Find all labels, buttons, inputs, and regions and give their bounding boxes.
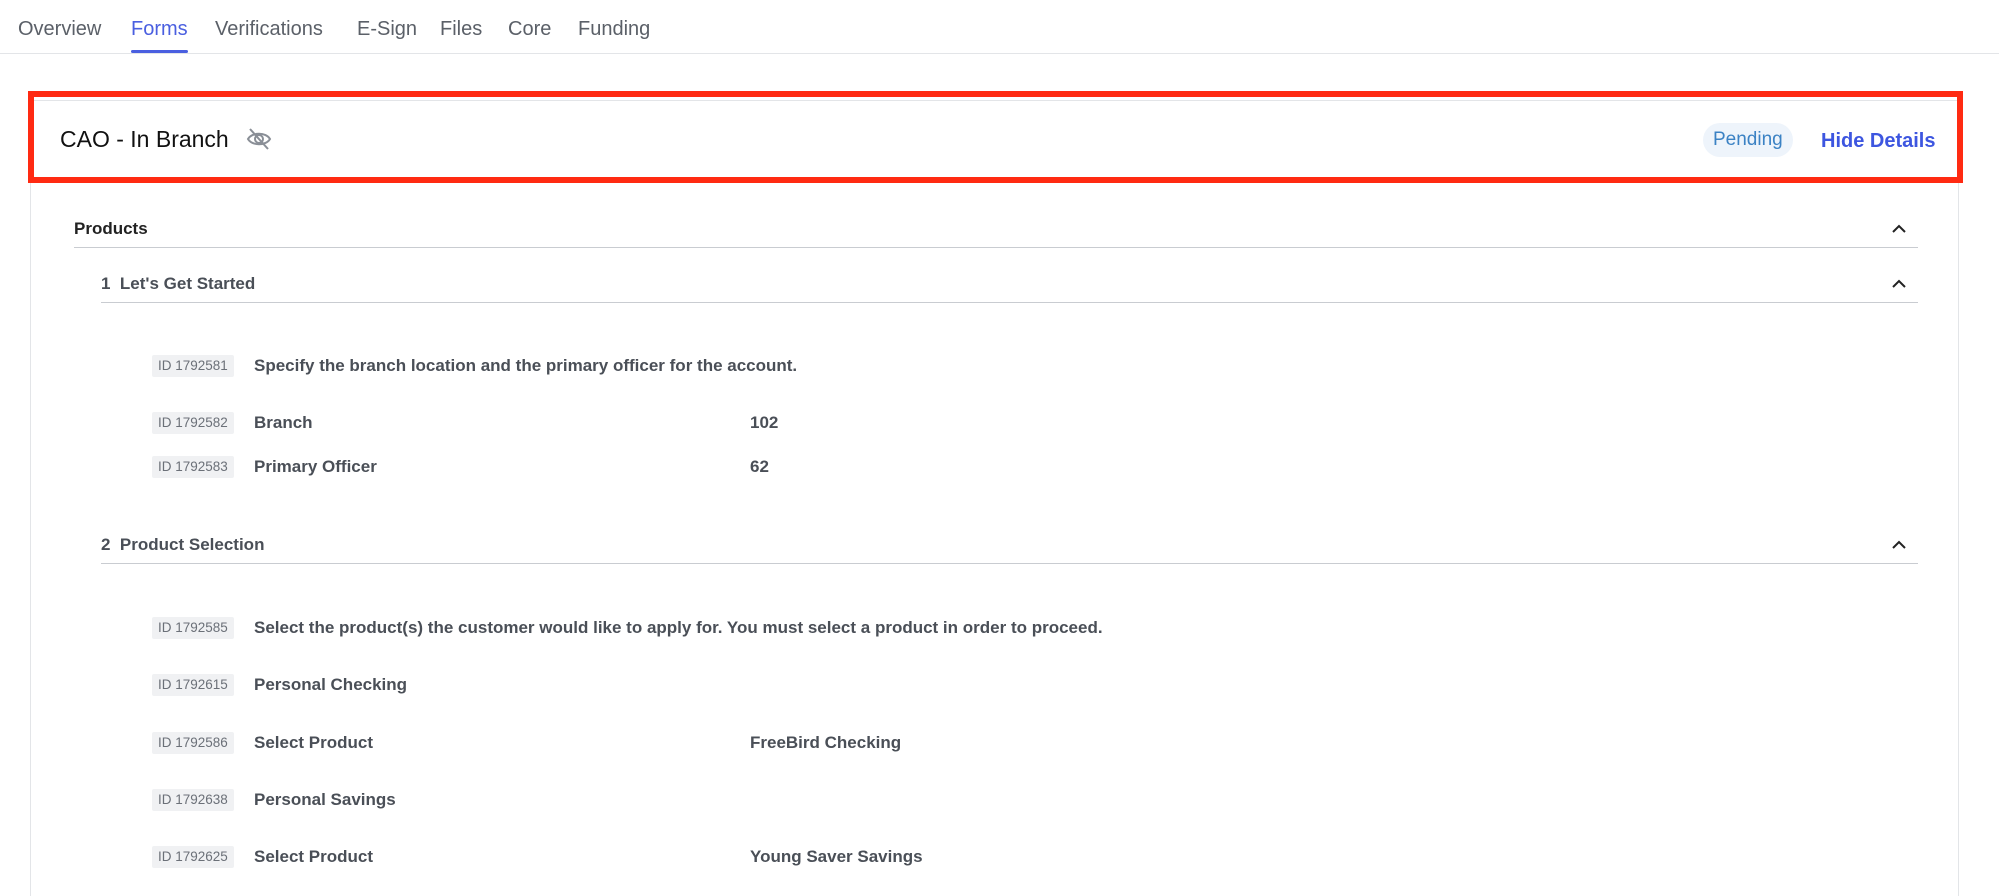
field-label: Select Product bbox=[254, 733, 374, 752]
products-section-header[interactable]: Products bbox=[74, 218, 1918, 248]
field-value: 102 bbox=[750, 413, 779, 432]
top-tab-bar: Overview Forms Verifications E-Sign File… bbox=[0, 0, 1999, 54]
section-number: 2 bbox=[101, 535, 111, 554]
field-id-badge: ID 1792582 bbox=[152, 412, 234, 434]
field-label: Specify the branch location and the prim… bbox=[254, 356, 798, 375]
tab-e-sign[interactable]: E-Sign bbox=[357, 16, 417, 42]
form-card-header: CAO - In Branch Pending Hide Details bbox=[31, 101, 1960, 177]
field-value: Young Saver Savings bbox=[750, 847, 923, 866]
field-id-badge: ID 1792638 bbox=[152, 789, 234, 811]
form-card: CAO - In Branch Pending Hide Details Pro… bbox=[30, 100, 1959, 896]
field-value: 62 bbox=[750, 457, 769, 476]
field-id-badge: ID 1792583 bbox=[152, 456, 234, 478]
section-header-product-selection[interactable]: 2 Product Selection bbox=[101, 534, 1918, 564]
section-title: Let's Get Started bbox=[119, 274, 256, 293]
tab-verifications[interactable]: Verifications bbox=[215, 16, 323, 42]
field-label: Select Product bbox=[254, 847, 374, 866]
field-id-badge: ID 1792581 bbox=[152, 355, 234, 377]
field-label: Primary Officer bbox=[254, 457, 377, 476]
field-label: Branch bbox=[254, 413, 313, 432]
eye-off-icon[interactable] bbox=[245, 126, 273, 152]
field-id-badge: ID 1792625 bbox=[152, 846, 234, 868]
section-header-lets-get-started[interactable]: 1 Let's Get Started bbox=[101, 273, 1918, 303]
tab-overview[interactable]: Overview bbox=[18, 16, 101, 42]
products-section-label: Products bbox=[74, 219, 148, 238]
field-value: FreeBird Checking bbox=[750, 733, 902, 752]
tab-core[interactable]: Core bbox=[508, 16, 551, 42]
tab-funding[interactable]: Funding bbox=[578, 16, 650, 42]
section-label: 1 Let's Get Started bbox=[101, 273, 255, 295]
chevron-up-icon[interactable] bbox=[1890, 220, 1908, 238]
section-number: 1 bbox=[101, 274, 111, 293]
chevron-up-icon[interactable] bbox=[1890, 275, 1908, 293]
field-label: Personal Checking bbox=[254, 675, 408, 694]
field-label: Personal Savings bbox=[254, 790, 396, 809]
section-title: Product Selection bbox=[119, 535, 265, 554]
tab-forms[interactable]: Forms bbox=[131, 16, 188, 53]
tab-files[interactable]: Files bbox=[440, 16, 482, 42]
section-label: 2 Product Selection bbox=[101, 534, 264, 556]
form-title: CAO - In Branch bbox=[60, 126, 229, 152]
hide-details-link[interactable]: Hide Details bbox=[1821, 128, 1935, 154]
field-id-badge: ID 1792586 bbox=[152, 732, 234, 754]
field-id-badge: ID 1792615 bbox=[152, 674, 234, 696]
chevron-up-icon[interactable] bbox=[1890, 536, 1908, 554]
field-label: Select the product(s) the customer would… bbox=[254, 618, 1103, 637]
status-badge: Pending bbox=[1703, 123, 1793, 157]
field-id-badge: ID 1792585 bbox=[152, 617, 234, 639]
